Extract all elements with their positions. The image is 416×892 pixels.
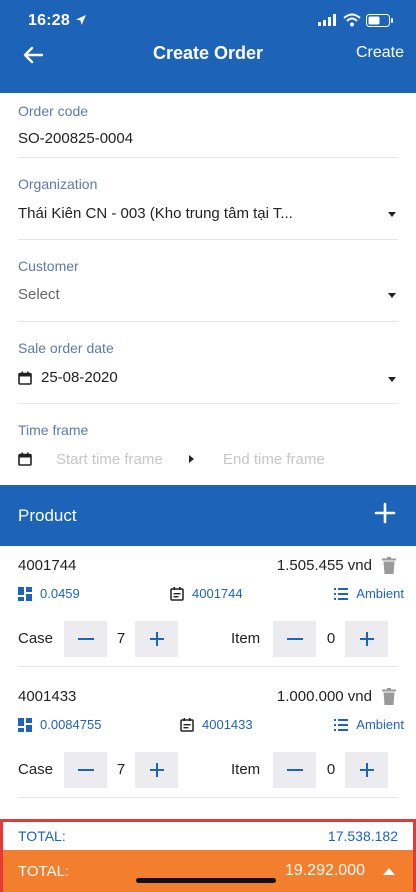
subtotal-row: TOTAL: 17.538.182 — [3, 822, 413, 850]
add-product-button[interactable] — [374, 502, 396, 524]
product-section-title: Product — [18, 506, 77, 525]
product-sku: 4001433 — [180, 717, 253, 732]
order-code-field[interactable]: Order code SO-200825-0004 — [18, 93, 398, 158]
case-decrement-button[interactable] — [64, 752, 107, 788]
status-time: 16:28 — [28, 12, 70, 29]
create-button[interactable]: Create — [356, 44, 404, 62]
product-sku-value: 4001433 — [202, 717, 253, 732]
product-price: 1.505.455 vnd — [276, 557, 372, 574]
divider — [18, 797, 398, 798]
product-section-header: Product — [0, 485, 416, 546]
organization-select[interactable]: Organization Thái Kiên CN - 003 (Kho tru… — [18, 158, 398, 240]
calendar-note-icon — [180, 717, 194, 732]
plus-icon — [149, 632, 164, 646]
organization-label: Organization — [18, 176, 98, 192]
product-storage: Ambient — [334, 717, 404, 732]
list-icon — [334, 587, 349, 600]
wifi-icon — [343, 13, 361, 27]
product-code: 4001744 — [18, 557, 77, 574]
case-quantity[interactable]: 7 — [108, 761, 134, 778]
product-sku: 4001744 — [170, 586, 243, 601]
page-title: Create Order — [152, 43, 264, 63]
sale-order-date-value: 25-08-2020 — [41, 369, 118, 386]
item-quantity[interactable]: 0 — [318, 630, 344, 647]
product-sku-value: 4001744 — [192, 586, 243, 601]
product-code: 4001433 — [18, 688, 77, 705]
case-label: Case — [18, 630, 54, 647]
sale-order-date-label: Sale order date — [18, 340, 114, 356]
trash-icon[interactable] — [382, 688, 396, 705]
product-volume-value: 0.0459 — [40, 586, 80, 601]
time-frame-field: Time frame Start time frame End time fra… — [18, 404, 398, 485]
minus-icon — [286, 769, 303, 771]
home-indicator — [136, 878, 276, 883]
product-storage-value: Ambient — [356, 717, 404, 732]
arrow-left-icon — [23, 46, 43, 64]
chevron-down-icon — [388, 293, 396, 298]
total-value: 19.292.000 — [284, 862, 365, 879]
trash-icon[interactable] — [382, 557, 396, 574]
customer-placeholder: Select — [18, 286, 60, 303]
grid-icon — [18, 586, 32, 601]
time-frame-label: Time frame — [18, 422, 89, 438]
item-increment-button[interactable] — [345, 621, 388, 657]
case-label: Case — [18, 761, 54, 778]
status-bar: 16:28 — [0, 0, 416, 40]
battery-icon — [366, 14, 393, 27]
subtotal-label: TOTAL: — [18, 828, 66, 844]
end-time-frame-input[interactable]: End time frame — [223, 451, 325, 468]
caret-up-icon[interactable] — [383, 868, 395, 875]
case-increment-button[interactable] — [135, 621, 178, 657]
divider — [18, 666, 398, 667]
product-item: 4001744 1.505.455 vnd 0.0459 4001744 Amb… — [0, 546, 416, 667]
list-icon — [334, 718, 349, 731]
order-code-value: SO-200825-0004 — [18, 130, 134, 147]
product-volume: 0.0084755 — [18, 717, 101, 732]
cellular-signal-icon — [318, 14, 336, 26]
organization-value: Thái Kiên CN - 003 (Kho trung tâm tại T.… — [18, 205, 293, 222]
product-storage-value: Ambient — [356, 586, 404, 601]
product-price: 1.000.000 vnd — [276, 688, 372, 705]
calendar-icon — [18, 452, 32, 466]
customer-label: Customer — [18, 258, 79, 274]
grid-icon — [18, 717, 32, 732]
plus-icon — [359, 632, 374, 646]
sale-order-date-picker[interactable]: Sale order date 25-08-2020 — [18, 322, 398, 404]
chevron-down-icon — [388, 377, 396, 382]
item-label: Item — [231, 761, 261, 778]
customer-select[interactable]: Customer Select — [18, 240, 398, 322]
item-label: Item — [231, 630, 261, 647]
minus-icon — [286, 638, 303, 640]
item-decrement-button[interactable] — [273, 752, 316, 788]
grand-total-row[interactable]: TOTAL: 19.292.000 — [3, 850, 413, 892]
order-form: Order code SO-200825-0004 Organization T… — [0, 93, 416, 485]
minus-icon — [77, 769, 94, 771]
subtotal-value: 17.538.182 — [327, 828, 398, 844]
case-increment-button[interactable] — [135, 752, 178, 788]
case-quantity[interactable]: 7 — [108, 630, 134, 647]
item-decrement-button[interactable] — [273, 621, 316, 657]
case-decrement-button[interactable] — [64, 621, 107, 657]
product-item: 4001433 1.000.000 vnd 0.0084755 4001433 … — [0, 677, 416, 798]
item-quantity[interactable]: 0 — [318, 761, 344, 778]
product-storage: Ambient — [334, 586, 404, 601]
calendar-note-icon — [170, 586, 184, 601]
minus-icon — [77, 638, 94, 640]
product-volume: 0.0459 — [18, 586, 80, 601]
caret-right-icon — [189, 455, 194, 463]
calendar-icon — [18, 371, 32, 385]
product-volume-value: 0.0084755 — [40, 717, 102, 732]
start-time-frame-input[interactable]: Start time frame — [56, 451, 163, 468]
chevron-down-icon — [388, 212, 396, 217]
item-increment-button[interactable] — [345, 752, 388, 788]
app-header: 16:28 Create Order Create — [0, 0, 416, 93]
location-arrow-icon — [76, 15, 86, 25]
back-button[interactable] — [18, 40, 48, 70]
total-label: TOTAL: — [18, 863, 70, 880]
plus-icon — [359, 763, 374, 777]
plus-icon — [149, 763, 164, 777]
order-code-label: Order code — [18, 103, 89, 119]
